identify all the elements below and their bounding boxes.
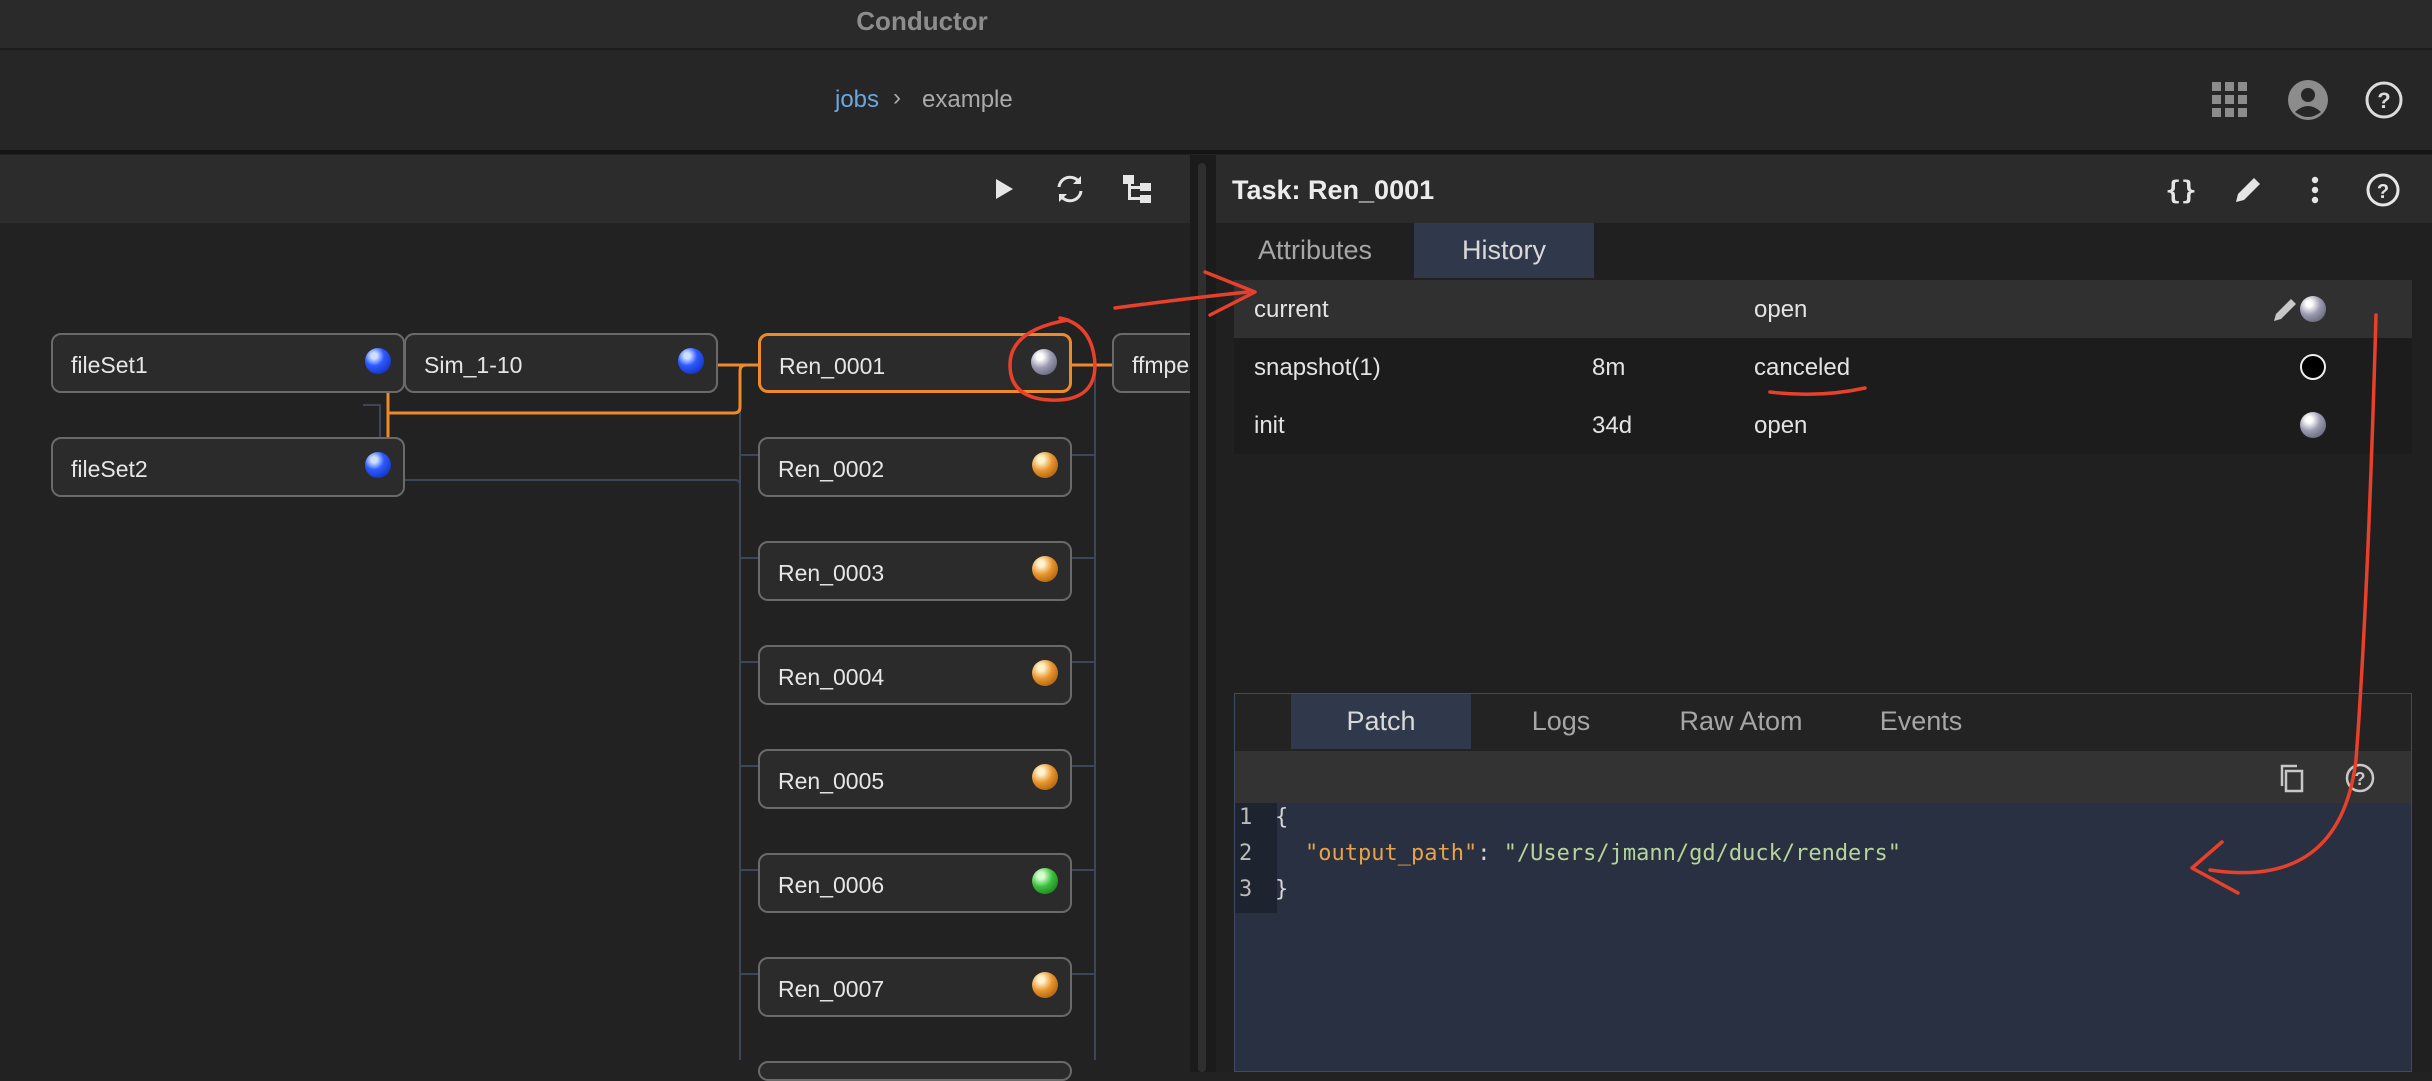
- tab-logs[interactable]: Logs: [1471, 694, 1651, 749]
- status-indicator-orange: [1032, 764, 1058, 790]
- edit-pencil-icon[interactable]: [2269, 292, 2303, 326]
- detail-panel: Patch Logs Raw Atom Events ? 1 2 3 { "ou…: [1234, 693, 2412, 1072]
- task-tabs: Attributes History: [1216, 223, 2432, 278]
- history-row-snapshot[interactable]: snapshot(1) 8m canceled: [1234, 338, 2412, 396]
- graph-node-fileset1[interactable]: fileSet1: [51, 333, 405, 393]
- history-row-current[interactable]: current open: [1234, 280, 2412, 338]
- panel-splitter[interactable]: [1190, 155, 1216, 1072]
- status-indicator-orange: [1032, 660, 1058, 686]
- header: jobs › example ?: [0, 50, 2432, 154]
- graph-node-ren-0002[interactable]: Ren_0002: [758, 437, 1072, 497]
- tab-patch[interactable]: Patch: [1291, 694, 1471, 749]
- status-indicator-grey: [1031, 349, 1057, 375]
- code-colon: :: [1477, 841, 1504, 866]
- edit-pencil-icon[interactable]: [2229, 171, 2267, 209]
- svg-text:?: ?: [2377, 88, 2390, 113]
- task-panel: Task: Ren_0001 {} ? Attributes History c…: [1216, 155, 2432, 1072]
- status-indicator-grey: [2300, 296, 2326, 322]
- code-line-2: "output_path": "/Users/jmann/gd/duck/ren…: [1305, 841, 1901, 866]
- history-name: current: [1254, 296, 1329, 323]
- tab-attributes[interactable]: Attributes: [1220, 223, 1410, 278]
- help-icon[interactable]: ?: [2343, 761, 2377, 795]
- node-label: fileSet1: [71, 352, 148, 378]
- node-label: Ren_0004: [778, 664, 885, 690]
- svg-text:{}: {}: [2165, 176, 2196, 206]
- tab-history[interactable]: History: [1414, 223, 1594, 278]
- history-state: open: [1754, 296, 1808, 323]
- node-label: Ren_0002: [778, 456, 885, 482]
- line-number: 3: [1239, 877, 1253, 902]
- json-braces-icon[interactable]: {}: [2162, 171, 2200, 209]
- line-number: 1: [1239, 805, 1253, 830]
- node-label: fileSet2: [71, 456, 148, 482]
- graph-node-ren-0005[interactable]: Ren_0005: [758, 749, 1072, 809]
- status-indicator-grey: [2300, 412, 2326, 438]
- graph-node-ren-0004[interactable]: Ren_0004: [758, 645, 1072, 705]
- code-open-brace: {: [1275, 805, 1289, 830]
- status-indicator-blue: [365, 452, 391, 478]
- graph-node-ren-0008-partial[interactable]: [758, 1061, 1072, 1081]
- task-header: Task: Ren_0001 {} ?: [1216, 155, 2432, 223]
- code-value: "/Users/jmann/gd/duck/renders": [1503, 841, 1902, 866]
- code-close-brace: }: [1275, 877, 1289, 902]
- status-indicator-blue: [678, 348, 704, 374]
- account-icon[interactable]: [2286, 78, 2330, 122]
- history-state: open: [1754, 412, 1808, 439]
- graph-node-fileset2[interactable]: fileSet2: [51, 437, 405, 497]
- status-indicator-black: [2300, 354, 2326, 380]
- help-icon[interactable]: ?: [2362, 78, 2406, 122]
- detail-toolbar: ?: [1235, 751, 2411, 803]
- graph-node-sim[interactable]: Sim_1-10: [404, 333, 718, 393]
- node-label: Ren_0003: [778, 560, 885, 586]
- tab-events[interactable]: Events: [1831, 694, 2011, 749]
- breadcrumb-separator: ›: [893, 84, 901, 111]
- help-icon[interactable]: ?: [2364, 171, 2402, 209]
- breadcrumb-current: example: [922, 86, 1013, 113]
- graph-edges: [363, 363, 1112, 1060]
- svg-text:?: ?: [2377, 181, 2389, 203]
- copy-icon[interactable]: [2275, 761, 2309, 795]
- line-number: 2: [1239, 841, 1253, 866]
- graph-node-ren-0007[interactable]: Ren_0007: [758, 957, 1072, 1017]
- apps-grid-icon[interactable]: [2208, 78, 2252, 122]
- history-state: canceled: [1754, 354, 1851, 381]
- node-label: ffmpe: [1132, 352, 1190, 378]
- node-label: Ren_0007: [778, 976, 885, 1002]
- history-age: 8m: [1592, 354, 1626, 381]
- history-name: snapshot(1): [1254, 354, 1381, 381]
- graph-node-ren-0006[interactable]: Ren_0006: [758, 853, 1072, 913]
- graph-node-ren-0001[interactable]: Ren_0001: [758, 333, 1072, 393]
- node-label: Ren_0001: [779, 353, 886, 379]
- tab-raw-atom[interactable]: Raw Atom: [1651, 694, 1831, 749]
- node-label: Ren_0005: [778, 768, 885, 794]
- task-title: Task: Ren_0001: [1232, 175, 1435, 205]
- status-indicator-green: [1032, 868, 1058, 894]
- graph-node-ren-0003[interactable]: Ren_0003: [758, 541, 1072, 601]
- title-bar: Conductor: [0, 0, 2432, 50]
- status-indicator-orange: [1032, 556, 1058, 582]
- status-indicator-orange: [1032, 452, 1058, 478]
- detail-tabs: Patch Logs Raw Atom Events: [1235, 694, 2411, 751]
- svg-text:?: ?: [2355, 769, 2366, 789]
- code-key: "output_path": [1305, 841, 1478, 866]
- history-row-init[interactable]: init 34d open: [1234, 396, 2412, 454]
- more-vert-icon[interactable]: [2296, 171, 2334, 209]
- code-editor[interactable]: 1 2 3 { "output_path": "/Users/jmann/gd/…: [1235, 803, 2411, 1071]
- splitter-handle[interactable]: [1198, 163, 1206, 1072]
- status-indicator-blue: [365, 348, 391, 374]
- history-name: init: [1254, 412, 1285, 439]
- breadcrumb-jobs-link[interactable]: jobs: [835, 86, 879, 114]
- app-title: Conductor: [856, 6, 988, 36]
- status-indicator-orange: [1032, 972, 1058, 998]
- node-label: Sim_1-10: [424, 352, 523, 378]
- history-age: 34d: [1592, 412, 1633, 439]
- node-label: Ren_0006: [778, 872, 885, 898]
